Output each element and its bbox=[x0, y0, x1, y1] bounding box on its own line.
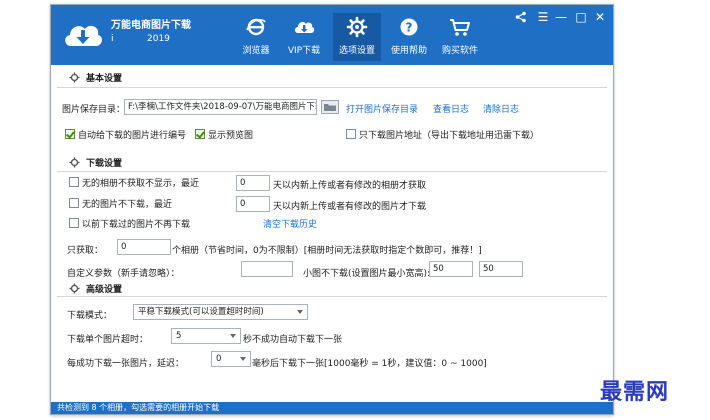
delay-select[interactable]: 0 bbox=[211, 351, 251, 367]
image-skip-checkbox[interactable] bbox=[69, 198, 79, 208]
album-days-suffix: 天以内新上传或者有修改的相册才获取 bbox=[273, 181, 427, 191]
album-hide-label: 无的相册不获取不显示，最近 bbox=[82, 179, 200, 189]
svg-text:?: ? bbox=[406, 21, 413, 35]
timeout-suffix: 秒不成功自动下载下一张 bbox=[243, 335, 343, 345]
album-hide-checkbox[interactable] bbox=[69, 177, 79, 187]
only-address-label: 只下载图片地址（导出下载地址用迅雷下载） bbox=[359, 131, 540, 141]
gear-icon bbox=[346, 16, 368, 38]
timeout-select[interactable]: 5 bbox=[171, 328, 241, 344]
mode-select-value: 平稳下载模式(可以设置超时时间) bbox=[138, 307, 264, 317]
only-get-suffix: 个相册（节省时间，0为不限制）[相册时间无法获取时指定个数即可，推荐！] bbox=[172, 246, 482, 256]
nav-help-label: 使用帮助 bbox=[390, 46, 427, 56]
nav-options-label: 选项设置 bbox=[338, 46, 375, 56]
section-download-title: 下载设置 bbox=[86, 159, 123, 169]
image-days-suffix: 天以内新上传或者有修改的图片才下载 bbox=[273, 202, 427, 212]
custom-param-input[interactable] bbox=[241, 261, 293, 277]
only-get-label: 只获取： bbox=[67, 246, 104, 256]
title-bar: 万能电商图片下载 i 2019 浏览器 VIP下载 选项设置 ? 使用帮助 购买… bbox=[51, 5, 613, 65]
no-redownload-label: 以前下载过的图片不再下载 bbox=[82, 220, 191, 230]
chevron-down-icon bbox=[240, 357, 246, 361]
timeout-label: 下载单个图片超时： bbox=[67, 335, 149, 345]
nav-browser-button[interactable]: 浏览器 bbox=[232, 13, 280, 61]
clear-log-link[interactable]: 清除日志 bbox=[483, 102, 519, 115]
timeout-select-value: 5 bbox=[176, 331, 182, 341]
gear-icon bbox=[69, 72, 80, 83]
save-dir-input[interactable]: F:\李楠\工作文件夹\2018-09-07\万能电商图片下载\ bbox=[124, 99, 317, 115]
folder-icon[interactable] bbox=[321, 100, 339, 114]
share-icon[interactable] bbox=[513, 8, 529, 26]
mode-label: 下载模式： bbox=[67, 311, 113, 321]
nav-buy-button[interactable]: 购买软件 bbox=[436, 13, 484, 61]
clear-history-link[interactable]: 清空下载历史 bbox=[263, 217, 317, 230]
small-skip-label: 小图不下载(设置图片最小宽高): bbox=[303, 269, 431, 279]
delay-select-value: 0 bbox=[216, 354, 222, 364]
cloud-download-logo-icon bbox=[65, 25, 102, 46]
open-save-dir-link[interactable]: 打开图片保存目录 bbox=[346, 102, 418, 115]
nav-browser-label: 浏览器 bbox=[242, 46, 270, 56]
section-basic-title: 基本设置 bbox=[86, 74, 123, 84]
delay-suffix: 毫秒后下载下一张[1000毫秒 = 1秒，建议值：0 ~ 1000] bbox=[252, 359, 487, 369]
gear-icon bbox=[69, 283, 80, 294]
custom-param-label: 自定义参数（新手请忽略）： bbox=[67, 269, 180, 279]
cloud-download-icon bbox=[295, 21, 315, 33]
auto-number-checkbox[interactable] bbox=[65, 129, 75, 139]
chevron-down-icon bbox=[297, 310, 303, 314]
image-days-input[interactable]: 0 bbox=[236, 196, 270, 212]
menu-icon[interactable]: ☰ bbox=[535, 8, 551, 26]
maximize-icon[interactable]: □ bbox=[573, 8, 589, 26]
image-skip-label: 无的图片不下载，最近 bbox=[82, 200, 173, 210]
app-year: 2019 bbox=[147, 34, 170, 44]
album-days-input[interactable]: 0 bbox=[236, 175, 270, 191]
divider bbox=[57, 87, 607, 88]
save-dir-label: 图片保存目录： bbox=[62, 105, 126, 115]
mode-select[interactable]: 平稳下载模式(可以设置超时时间) bbox=[133, 304, 308, 320]
options-panel: 基本设置 图片保存目录： F:\李楠\工作文件夹\2018-09-07\万能电商… bbox=[51, 65, 613, 402]
section-advanced-heading: 高级设置 bbox=[69, 282, 122, 295]
section-basic-heading: 基本设置 bbox=[69, 71, 122, 84]
nav-vip-download-button[interactable]: VIP下载 bbox=[280, 13, 328, 61]
divider bbox=[57, 296, 607, 297]
nav-options-button[interactable]: 选项设置 bbox=[333, 13, 381, 61]
app-window: 万能电商图片下载 i 2019 浏览器 VIP下载 选项设置 ? 使用帮助 购买… bbox=[50, 4, 614, 415]
view-log-link[interactable]: 查看日志 bbox=[433, 102, 469, 115]
app-title: 万能电商图片下载 bbox=[111, 20, 191, 31]
section-advanced-title: 高级设置 bbox=[86, 285, 123, 295]
watermark-text: 最需网 bbox=[600, 379, 670, 405]
min-width-input[interactable]: 50 bbox=[429, 261, 473, 277]
show-preview-label: 显示预览图 bbox=[208, 131, 254, 141]
no-redownload-checkbox[interactable] bbox=[69, 218, 79, 228]
nav-vip-download-label: VIP下载 bbox=[287, 46, 321, 56]
minimize-icon[interactable]: — bbox=[553, 8, 569, 26]
section-download-heading: 下载设置 bbox=[69, 156, 122, 169]
help-icon: ? bbox=[400, 18, 418, 36]
show-preview-checkbox[interactable] bbox=[195, 129, 205, 139]
ie-browser-icon bbox=[246, 18, 266, 36]
auto-number-label: 自动给下载的图片进行编号 bbox=[78, 131, 187, 141]
delay-label: 每成功下载一张图片，延迟： bbox=[67, 359, 185, 369]
cart-icon bbox=[450, 19, 470, 36]
app-version: i bbox=[111, 34, 114, 44]
status-bar: 共检测到 8 个相册，勾选需要的相册开始下载 bbox=[51, 402, 613, 414]
gear-icon bbox=[69, 157, 80, 168]
nav-buy-label: 购买软件 bbox=[441, 46, 478, 56]
min-height-input[interactable]: 50 bbox=[479, 261, 523, 277]
only-address-checkbox[interactable] bbox=[346, 129, 356, 139]
nav-help-button[interactable]: ? 使用帮助 bbox=[385, 13, 433, 61]
only-get-input[interactable]: 0 bbox=[117, 239, 171, 255]
divider bbox=[57, 171, 607, 172]
chevron-down-icon bbox=[230, 334, 236, 338]
close-icon[interactable]: ✕ bbox=[592, 8, 608, 26]
